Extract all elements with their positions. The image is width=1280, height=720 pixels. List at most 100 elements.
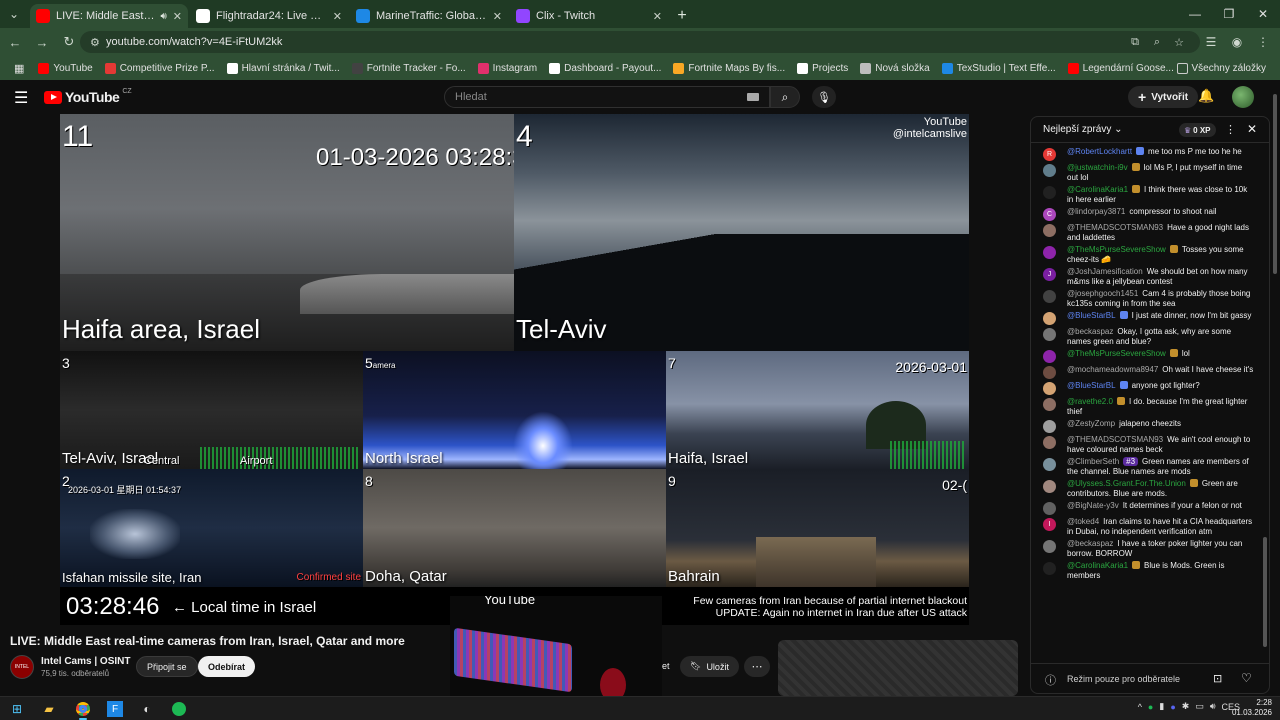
address-bar[interactable]: ⚙ youtube.com/watch?v=4E-iFtUM2kk ⧉ ⌕ ☆: [80, 31, 1200, 53]
close-tab-icon[interactable]: ✕: [653, 10, 662, 23]
search-input[interactable]: Hledat: [444, 86, 770, 108]
back-button[interactable]: ←: [3, 30, 27, 54]
chat-author[interactable]: @RobertLockhartt: [1067, 147, 1132, 156]
mic-tray-icon[interactable]: ▮: [1159, 701, 1164, 712]
url-text[interactable]: youtube.com/watch?v=4E-iFtUM2kk: [106, 36, 1124, 48]
youtube-logo[interactable]: YouTube CZ: [44, 88, 132, 105]
bookmark-item[interactable]: Projects: [791, 58, 854, 78]
chat-author[interactable]: @CarolinaKaria1: [1067, 561, 1128, 570]
bookmark-item[interactable]: Hlavní stránka / Twit...: [221, 58, 346, 78]
chat-author[interactable]: @JoshJamesification: [1067, 267, 1143, 276]
page-scrollbar[interactable]: [1272, 86, 1278, 696]
app-icon-globe[interactable]: ◐: [136, 700, 158, 718]
volume-tray-icon[interactable]: 🔊︎: [1210, 701, 1216, 712]
chat-menu-icon[interactable]: ⋮: [1225, 123, 1236, 136]
channel-avatar[interactable]: INTEL: [10, 655, 34, 679]
browser-tab[interactable]: MarineTraffic: Global Ship Track ✕: [350, 4, 508, 28]
chat-author[interactable]: @ClimberSeth: [1067, 457, 1119, 466]
super-chat-icon[interactable]: ⊡: [1213, 672, 1222, 685]
file-explorer-icon[interactable]: ▰: [38, 700, 60, 718]
apps-icon[interactable]: ▦: [8, 58, 30, 78]
close-window-button[interactable]: ✕: [1246, 0, 1280, 28]
chat-avatar[interactable]: [1043, 350, 1056, 363]
create-button[interactable]: + Vytvořit: [1128, 86, 1199, 108]
chat-scrollbar[interactable]: [1263, 147, 1267, 667]
voice-search-button[interactable]: 🎙: [812, 86, 836, 108]
chat-author[interactable]: @josephgooch1451: [1067, 289, 1138, 298]
bookmark-item[interactable]: Fortnite Tracker - Fo...: [346, 58, 472, 78]
chat-avatar[interactable]: [1043, 458, 1056, 471]
app-icon-f[interactable]: F: [104, 700, 126, 718]
chat-author[interactable]: @BlueStarBL: [1067, 311, 1116, 320]
chat-avatar[interactable]: R: [1043, 148, 1056, 161]
speaker-icon[interactable]: 🔊︎: [160, 11, 166, 22]
restore-button[interactable]: ❐: [1212, 0, 1246, 28]
close-tab-icon[interactable]: ✕: [493, 10, 502, 23]
chat-avatar[interactable]: [1043, 382, 1056, 395]
chat-avatar[interactable]: [1043, 502, 1056, 515]
notifications-icon[interactable]: 🔔: [1198, 88, 1214, 104]
page-scroll-thumb[interactable]: [1273, 94, 1277, 274]
chat-author[interactable]: @toked4: [1067, 517, 1099, 526]
chat-author[interactable]: @THEMADSCOTSMAN93: [1067, 223, 1163, 232]
chat-avatar[interactable]: [1043, 436, 1056, 449]
chat-avatar[interactable]: [1043, 562, 1056, 575]
start-icon[interactable]: ⊞: [6, 700, 28, 718]
chat-author[interactable]: @lindorpay3871: [1067, 207, 1125, 216]
chat-avatar[interactable]: [1043, 164, 1056, 177]
chrome-icon[interactable]: [72, 700, 94, 720]
chat-avatar[interactable]: [1043, 366, 1056, 379]
all-bookmarks[interactable]: Všechny záložky: [1171, 58, 1272, 78]
join-button[interactable]: Připojit se: [136, 656, 198, 677]
chat-mode-dropdown[interactable]: Nejlepší zprávy ⌄: [1043, 124, 1123, 135]
bookmark-star-icon[interactable]: ☆: [1168, 36, 1190, 49]
cast-icon[interactable]: ⧉: [1124, 36, 1146, 49]
chat-avatar[interactable]: C: [1043, 208, 1056, 221]
site-info-icon[interactable]: ⚙: [90, 36, 106, 49]
tab-search-icon[interactable]: ⌄: [0, 0, 28, 28]
bookmark-item[interactable]: TexStudio | Text Effe...: [936, 58, 1062, 78]
bookmark-item[interactable]: Fortnite Maps By fis...: [667, 58, 791, 78]
heart-icon[interactable]: ♡: [1241, 671, 1252, 685]
taskbar-clock[interactable]: 2:28 01.03.2026: [1232, 698, 1272, 718]
chat-author[interactable]: @BlueStarBL: [1067, 381, 1116, 390]
bookmark-item[interactable]: YouTube: [32, 58, 98, 78]
chat-author[interactable]: @beckaspaz: [1067, 327, 1113, 336]
close-chat-icon[interactable]: ✕: [1247, 122, 1257, 136]
chevron-up-icon[interactable]: ^: [1138, 702, 1142, 712]
network-tray-icon[interactable]: ▭: [1195, 701, 1204, 712]
chat-avatar[interactable]: [1043, 420, 1056, 433]
browser-tab[interactable]: LIVE: Middle East real-time 🔊︎ ✕: [30, 4, 188, 28]
close-tab-icon[interactable]: ✕: [173, 10, 182, 23]
chat-avatar[interactable]: [1043, 312, 1056, 325]
menu-icon[interactable]: ☰: [14, 88, 28, 108]
chat-avatar[interactable]: [1043, 224, 1056, 237]
chat-author[interactable]: @ZestyZomp: [1067, 419, 1115, 428]
forward-button[interactable]: →: [30, 30, 54, 54]
bookmark-item[interactable]: Dashboard - Payout...: [543, 58, 667, 78]
chat-author[interactable]: @mochameadowma8947: [1067, 365, 1158, 374]
new-tab-button[interactable]: +: [668, 4, 696, 28]
related-video-thumbnail[interactable]: [778, 640, 1018, 696]
channel-name[interactable]: Intel Cams | OSINT: [41, 656, 130, 667]
profile-icon[interactable]: ◉: [1226, 31, 1248, 53]
more-actions-button[interactable]: ⋯: [744, 656, 770, 677]
bookmark-item[interactable]: Competitive Prize P...: [99, 58, 221, 78]
search-button[interactable]: ⌕: [770, 86, 800, 108]
chat-author[interactable]: @Ulysses.S.Grant.For.The.Union: [1067, 479, 1186, 488]
chat-author[interactable]: @justwatchin-i9v: [1067, 163, 1128, 172]
bookmark-item[interactable]: Instagram: [472, 58, 543, 78]
browser-menu-icon[interactable]: ⋮: [1252, 31, 1274, 53]
subscribe-button[interactable]: Odebírat: [198, 656, 256, 677]
minimize-button[interactable]: —: [1178, 0, 1212, 28]
chat-author[interactable]: @beckaspaz: [1067, 539, 1113, 548]
browser-tab[interactable]: Flightradar24: Live Flight Track ✕: [190, 4, 348, 28]
keyboard-icon[interactable]: [747, 93, 759, 101]
chat-author[interactable]: @TheMsPurseSevereShow: [1067, 349, 1166, 358]
bookmark-item[interactable]: Legendární Goose...: [1062, 58, 1180, 78]
extensions-icon[interactable]: ☰: [1200, 31, 1222, 53]
bookmark-item[interactable]: Nová složka: [854, 58, 935, 78]
spotify-icon[interactable]: [168, 700, 190, 718]
chat-author[interactable]: @TheMsPurseSevereShow: [1067, 245, 1166, 254]
video-player[interactable]: 11 01-03-2026 03:28:30 Haifa area, Israe…: [60, 114, 969, 625]
